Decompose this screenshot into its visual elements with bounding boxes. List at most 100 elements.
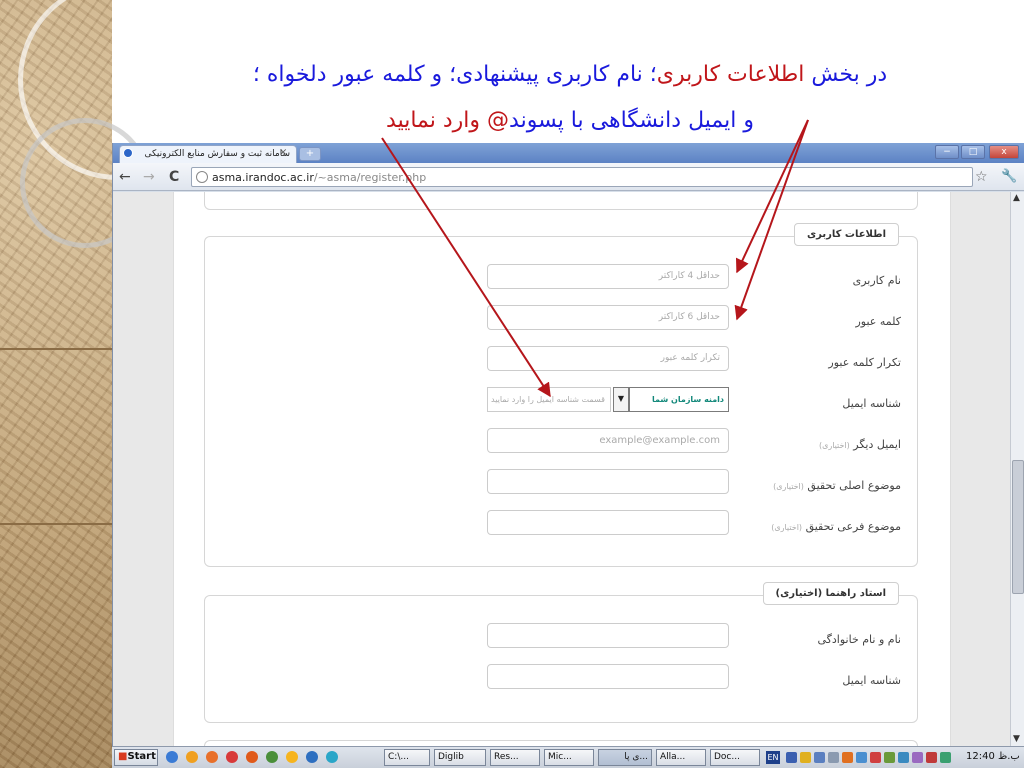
caption-highlight: اطلاعات کاربری [656, 62, 805, 87]
tray-icon[interactable] [870, 752, 881, 763]
close-window-button[interactable]: x [989, 145, 1019, 159]
register-page: اطلاعات کاربری نام کاربری حداقل 4 کاراکت… [173, 192, 951, 746]
url-path: /~asma/register.php [313, 171, 427, 184]
tab-favicon-icon [123, 148, 133, 158]
user-info-section: اطلاعات کاربری نام کاربری حداقل 4 کاراکت… [204, 223, 918, 567]
paper-divider [0, 348, 112, 350]
taskbar-item-chrome[interactable]: ...ی پا [598, 749, 652, 766]
tab-title: سامانه ثبت و سفارش منابع الکترونیکی [144, 149, 290, 159]
quicklaunch-icon[interactable] [306, 751, 318, 763]
quicklaunch-icon[interactable] [286, 751, 298, 763]
tray-icon[interactable] [926, 752, 937, 763]
caption-text: در بخش [804, 62, 888, 87]
username-input[interactable]: حداقل 4 کاراکتر [487, 264, 729, 289]
caption-line-1: در بخش اطلاعات کاربری؛ نام کاربری پیشنها… [150, 52, 990, 98]
dropdown-arrow-icon[interactable]: ▼ [613, 387, 629, 412]
browser-toolbar: ← → C asma.irandoc.ac.ir/~asma/register.… [113, 163, 1024, 191]
minimize-button[interactable]: − [935, 145, 959, 159]
confirm-password-input[interactable]: تکرار کلمه عبور [487, 346, 729, 371]
maximize-button[interactable]: □ [961, 145, 985, 159]
quicklaunch-icon[interactable] [186, 751, 198, 763]
label-text: ایمیل دیگر [853, 438, 901, 451]
browser-tab[interactable]: سامانه ثبت و سفارش منابع الکترونیکی [119, 145, 297, 163]
password-label: کلمه عبور [855, 315, 901, 328]
email-local-input[interactable]: قسمت شناسه ایمیل را وارد نمایید [487, 387, 611, 412]
vertical-scrollbar[interactable]: ▲ ▼ [1010, 192, 1024, 746]
optional-hint: (اختیاری) [771, 523, 803, 532]
main-topic-label: موضوع اصلی تحقیق (اختیاری) [773, 479, 901, 492]
address-bar[interactable]: asma.irandoc.ac.ir/~asma/register.php [191, 167, 973, 187]
quicklaunch-icon[interactable] [326, 751, 338, 763]
tray-icon[interactable] [814, 752, 825, 763]
quicklaunch-icon[interactable] [246, 751, 258, 763]
caption-text: ؛ نام کاربری پیشنهادی؛ و کلمه عبور دلخوا… [252, 62, 657, 87]
reload-icon[interactable]: C [169, 169, 179, 185]
email-split-field: دامنه سازمان شما ▼ قسمت شناسه ایمیل را و… [487, 387, 729, 412]
tray-icon[interactable] [898, 752, 909, 763]
previous-section [204, 192, 918, 210]
advisor-section: استاد راهنما (اختیاری) نام و نام خانوادگ… [204, 582, 918, 723]
forward-icon[interactable]: → [143, 169, 155, 185]
tray-icon[interactable] [786, 752, 797, 763]
tray-icon[interactable] [884, 752, 895, 763]
taskbar-item-mic[interactable]: Mic... [544, 749, 594, 766]
caption-highlight: @ وارد نمایید [386, 108, 510, 133]
advisor-email-label: شناسه ایمیل [842, 674, 901, 687]
windows-taskbar: ■Start C:\... Diglib Res... Mic... ...ی … [112, 746, 1024, 768]
tray-icon[interactable] [940, 752, 951, 763]
advisor-name-input[interactable] [487, 623, 729, 648]
password-input[interactable]: حداقل 6 کاراکتر [487, 305, 729, 330]
email-id-label: شناسه ایمیل [842, 397, 901, 410]
other-email-input[interactable]: example@example.com [487, 428, 729, 453]
optional-hint: (اختیاری) [818, 441, 850, 450]
user-info-legend: اطلاعات کاربری [793, 223, 899, 246]
page-viewport: اطلاعات کاربری نام کاربری حداقل 4 کاراکت… [113, 192, 1010, 746]
quicklaunch-icon[interactable] [166, 751, 178, 763]
optional-hint: (اختیاری) [773, 482, 804, 491]
language-indicator[interactable]: EN [766, 751, 780, 764]
tab-close-icon[interactable]: × [279, 147, 287, 158]
tray-icon[interactable] [800, 752, 811, 763]
caption-line-2: و ایمیل دانشگاهی با پسوند@ وارد نمایید [150, 98, 990, 144]
paper-divider [0, 523, 112, 525]
scroll-thumb[interactable] [1012, 460, 1024, 594]
bookmark-star-icon[interactable]: ☆ [975, 169, 988, 185]
tray-icon[interactable] [856, 752, 867, 763]
new-tab-button[interactable]: + [299, 147, 321, 161]
slide-caption: در بخش اطلاعات کاربری؛ نام کاربری پیشنها… [150, 52, 990, 144]
tab-strip: سامانه ثبت و سفارش منابع الکترونیکی × + … [113, 143, 1024, 163]
back-icon[interactable]: ← [119, 169, 131, 185]
sub-topic-label: موضوع فرعی تحقیق (اختیاری) [771, 520, 901, 533]
taskbar-item-diglib[interactable]: Diglib [434, 749, 486, 766]
start-button[interactable]: ■Start [114, 749, 158, 766]
label-text: موضوع اصلی تحقیق [807, 479, 901, 492]
tray-icon[interactable] [912, 752, 923, 763]
page-info-icon [196, 171, 208, 183]
scroll-down-icon[interactable]: ▼ [1013, 734, 1020, 744]
label-text: موضوع فرعی تحقیق [805, 520, 901, 533]
slide: در بخش اطلاعات کاربری؛ نام کاربری پیشنها… [0, 0, 1024, 768]
caption-text: و ایمیل دانشگاهی با پسوند [509, 108, 754, 133]
clock: 12:40 ب.ظ [966, 751, 1020, 762]
quicklaunch-icon[interactable] [266, 751, 278, 763]
scroll-up-icon[interactable]: ▲ [1013, 193, 1020, 203]
main-topic-input[interactable] [487, 469, 729, 494]
sub-topic-input[interactable] [487, 510, 729, 535]
taskbar-item-alla[interactable]: Alla... [656, 749, 706, 766]
advisor-email-input[interactable] [487, 664, 729, 689]
taskbar-item-cmd[interactable]: C:\... [384, 749, 430, 766]
email-domain-select[interactable]: دامنه سازمان شما [629, 387, 729, 412]
advisor-name-label: نام و نام خانوادگی [817, 633, 901, 646]
taskbar-item-doc[interactable]: Doc... [710, 749, 760, 766]
confirm-password-label: تکرار کلمه عبور [828, 356, 901, 369]
url-domain: asma.irandoc.ac.ir [212, 171, 314, 184]
quicklaunch-icon[interactable] [226, 751, 238, 763]
username-label: نام کاربری [852, 274, 901, 287]
quicklaunch-icon[interactable] [206, 751, 218, 763]
tray-icon[interactable] [842, 752, 853, 763]
wrench-menu-icon[interactable]: 🔧 [1001, 169, 1017, 184]
advisor-legend: استاد راهنما (اختیاری) [762, 582, 899, 605]
taskbar-item-res[interactable]: Res... [490, 749, 540, 766]
other-email-label: ایمیل دیگر (اختیاری) [819, 438, 901, 451]
tray-icon[interactable] [828, 752, 839, 763]
